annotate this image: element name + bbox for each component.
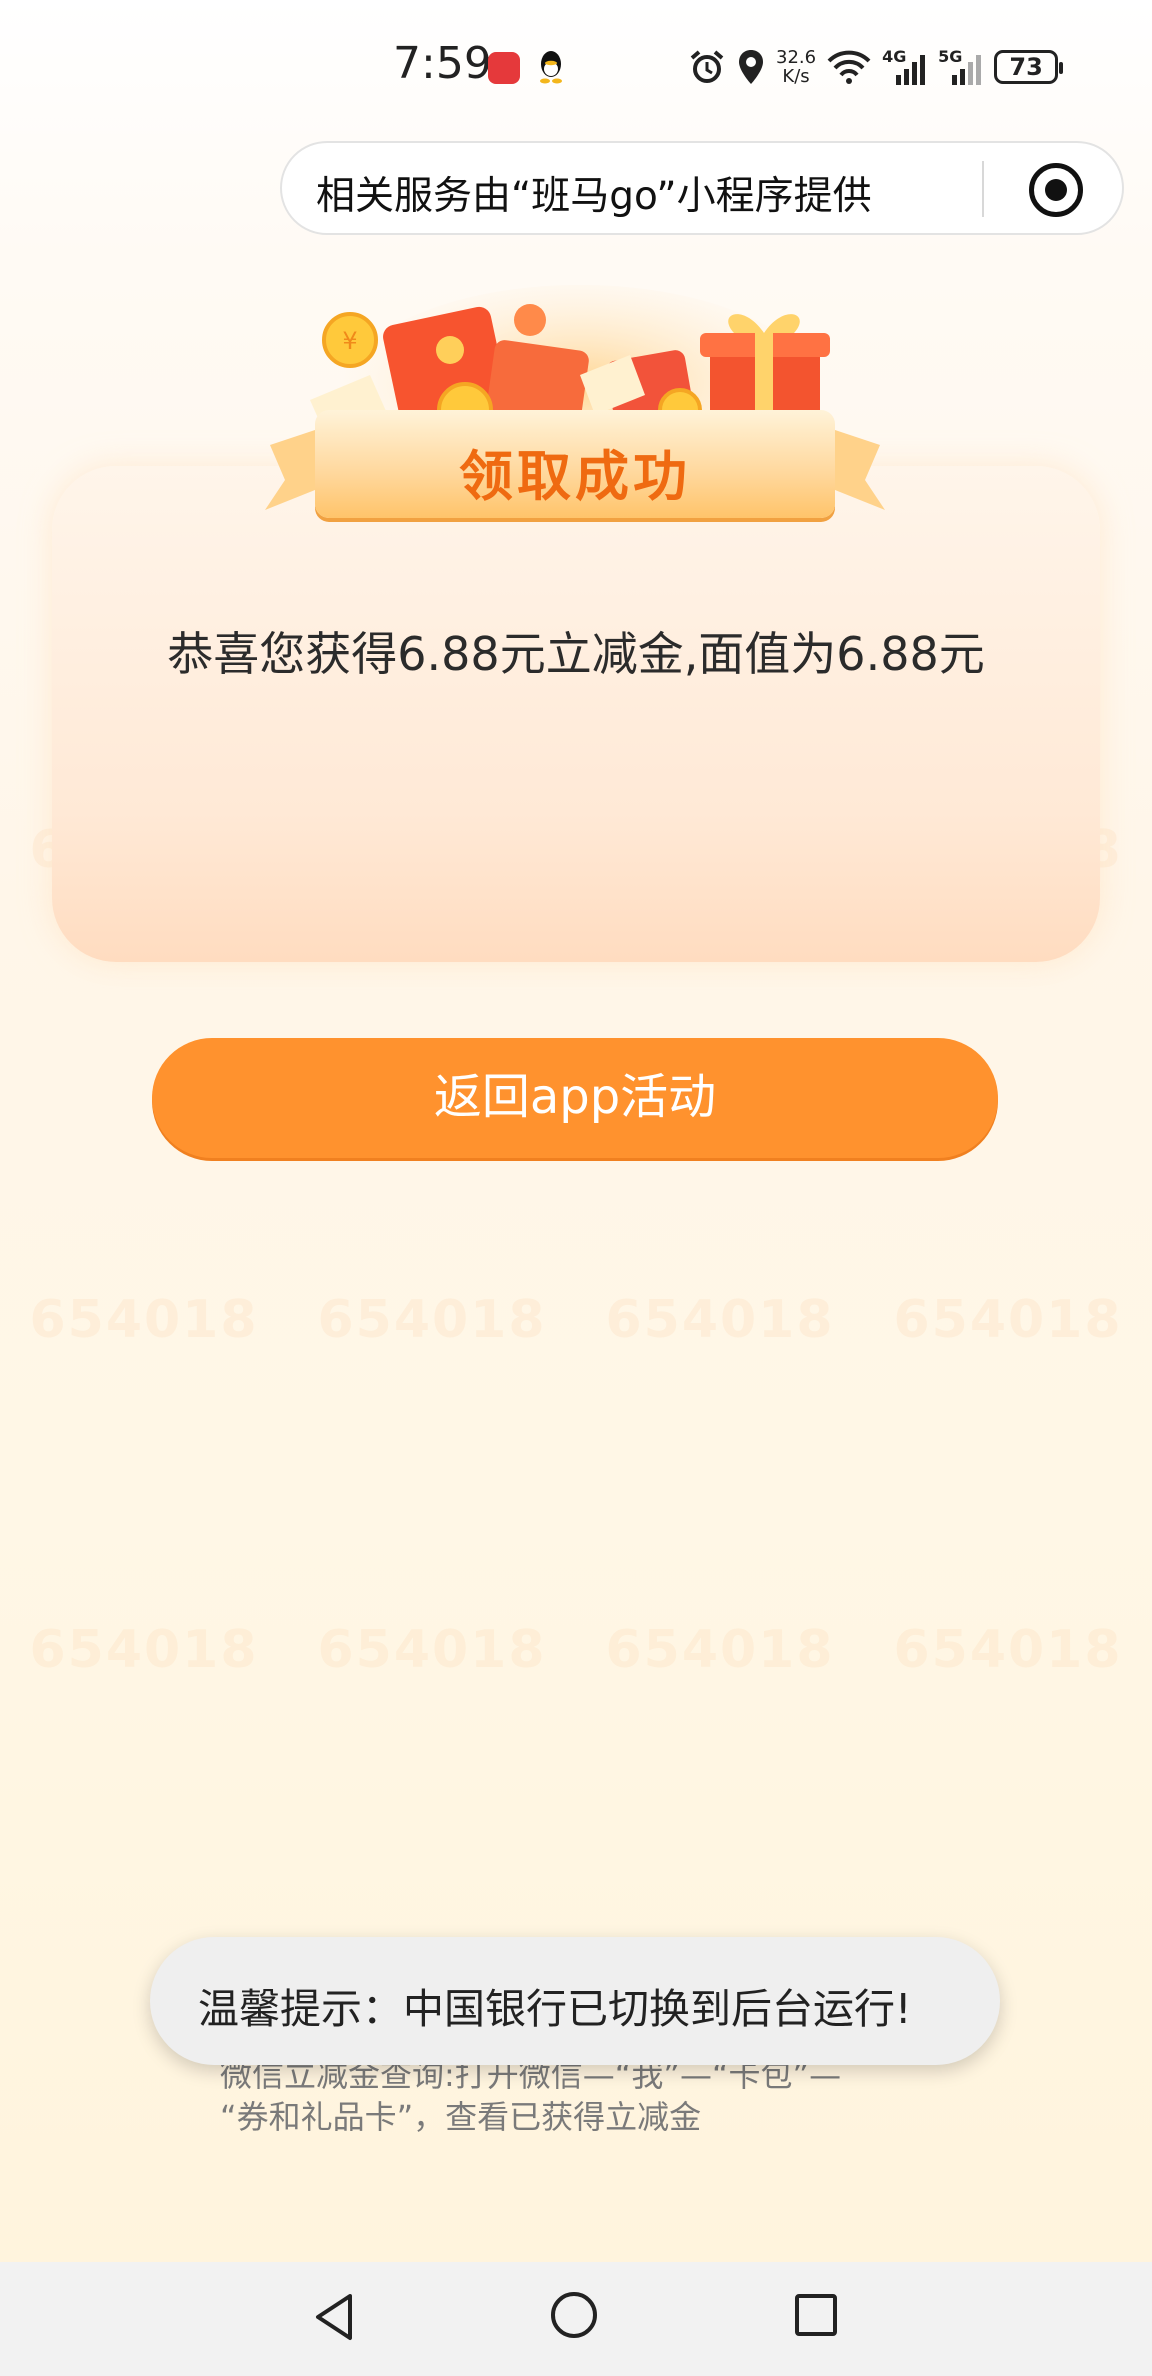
recent-apps-icon[interactable] xyxy=(795,2294,837,2336)
service-provider-label: 相关服务由“班马go”小程序提供 xyxy=(316,174,872,219)
home-icon[interactable] xyxy=(551,2292,597,2338)
watermark-text: 654018 xyxy=(317,1620,547,1680)
watermark-text: 654018 xyxy=(605,1620,835,1680)
signal-icon: 5G xyxy=(938,47,984,87)
location-icon xyxy=(739,50,763,84)
signal-bars-icon xyxy=(952,55,982,85)
signal-bars-icon xyxy=(896,55,926,85)
back-icon[interactable] xyxy=(310,2290,360,2344)
capsule-divider xyxy=(982,161,984,217)
close-mini-program-icon[interactable] xyxy=(1029,163,1083,217)
signal-icon: 4G xyxy=(882,47,928,87)
status-time: 7:59 xyxy=(393,38,492,89)
return-to-app-button[interactable]: 返回app活动 xyxy=(152,1038,998,1158)
hint-line: “券和礼品卡”，查看已获得立减金 xyxy=(220,2098,702,2136)
network-speed-unit: K/s xyxy=(782,66,810,87)
status-icons: 32.6 K/s 4G 5G 73 xyxy=(688,44,1064,90)
svg-text:¥: ¥ xyxy=(342,327,357,355)
watermark-text: 654018 xyxy=(317,1290,547,1350)
network-speed: 32.6 K/s xyxy=(776,48,816,86)
watermark-text: 654018 xyxy=(29,1620,259,1680)
toast-text: 温馨提示：中国银行已切换到后台运行! xyxy=(198,1985,912,2033)
watermark-row: 654018 654018 654018 654018 xyxy=(0,1290,1152,1350)
huawei-store-icon xyxy=(488,52,520,84)
toast-notification: 温馨提示：中国银行已切换到后台运行! xyxy=(150,1937,1000,2065)
status-bar: 7:59 32.6 K/s 4G 5G 73 xyxy=(0,0,1152,135)
battery-icon: 73 xyxy=(994,50,1064,84)
wifi-icon xyxy=(827,50,871,84)
mini-program-capsule[interactable]: 相关服务由“班马go”小程序提供 xyxy=(280,141,1124,235)
network-speed-value: 32.6 xyxy=(776,47,817,68)
qq-icon xyxy=(540,51,562,84)
success-title: 领取成功 xyxy=(459,445,691,508)
watermark-text: 654018 xyxy=(29,1290,259,1350)
coupon-query-hint: 微信立减金查询:打开微信—“我”—“卡包”— “券和礼品卡”，查看已获得立减金 xyxy=(220,2054,980,2138)
watermark-text: 654018 xyxy=(605,1290,835,1350)
watermark-text: 654018 xyxy=(893,1290,1123,1350)
alarm-icon xyxy=(690,50,724,83)
watermark-text: 654018 xyxy=(893,1620,1123,1680)
reward-message: 恭喜您获得6.88元立减金,面值为6.88元 xyxy=(167,627,985,681)
watermark-row: 654018 654018 654018 654018 xyxy=(0,1620,1152,1680)
